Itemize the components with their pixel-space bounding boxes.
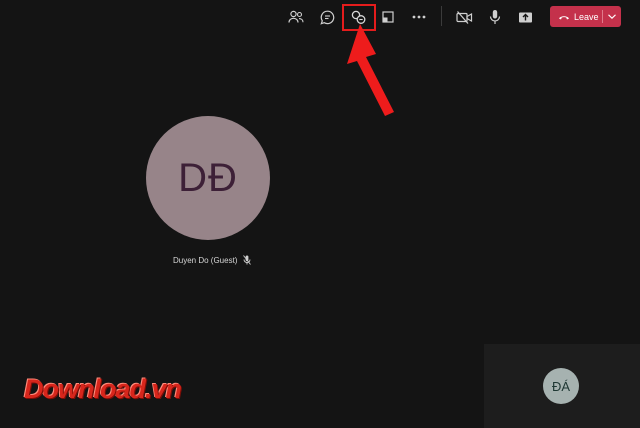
participant-avatar: DĐ [146,116,270,240]
self-initials: ĐÁ [551,378,571,394]
participant-name: Duyen Do (Guest) [173,255,238,265]
watermark-logo: Download.vn [24,374,182,404]
participant-initials: DĐ [178,155,238,200]
self-avatar: ĐÁ [543,368,579,404]
participant-name-tag: Duyen Do (Guest) [173,255,252,265]
pointer-arrow-icon [347,24,394,116]
mic-muted-icon [243,255,252,265]
